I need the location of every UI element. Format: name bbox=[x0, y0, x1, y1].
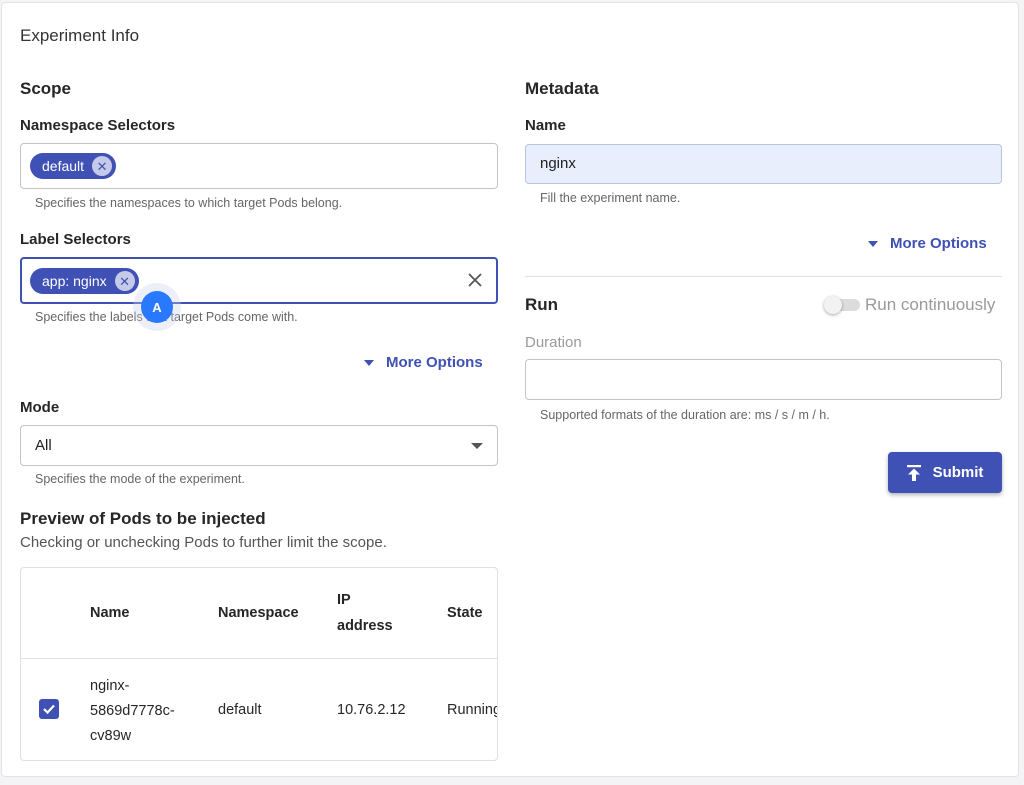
submit-label: Submit bbox=[932, 464, 984, 481]
mode-value: All bbox=[35, 437, 52, 454]
metadata-more-options-button[interactable]: More Options bbox=[868, 235, 987, 252]
scope-title: Scope bbox=[20, 79, 72, 98]
upload-icon bbox=[906, 464, 921, 481]
card-title: Experiment Info bbox=[20, 26, 140, 45]
label-selectors-label: Label Selectors bbox=[20, 231, 131, 248]
label-chip-label: app: nginx bbox=[42, 273, 107, 289]
submit-button[interactable]: Submit bbox=[888, 452, 1002, 493]
cursor-badge: A bbox=[141, 291, 173, 323]
experiment-info-card: Experiment Info Scope Namespace Selector… bbox=[1, 2, 1019, 777]
pod-namespace-cell: default bbox=[218, 702, 262, 718]
column-header-ip-line1: IP bbox=[337, 592, 351, 608]
duration-input[interactable] bbox=[525, 359, 1002, 400]
chip-remove-icon[interactable]: ✕ bbox=[114, 271, 135, 291]
mode-select[interactable]: All bbox=[20, 425, 498, 466]
caret-down-icon bbox=[868, 240, 878, 247]
run-continuously-label: Run continuously bbox=[865, 295, 996, 314]
mode-helper: Specifies the mode of the experiment. bbox=[35, 472, 245, 486]
toggle-knob bbox=[824, 296, 842, 314]
section-divider bbox=[525, 276, 1002, 277]
duration-helper: Supported formats of the duration are: m… bbox=[540, 408, 830, 422]
pod-ip-cell: 10.76.2.12 bbox=[337, 702, 406, 718]
duration-label: Duration bbox=[525, 334, 582, 351]
experiment-name-input[interactable]: nginx bbox=[525, 144, 1002, 184]
pod-name-line: 5869d7778c- bbox=[90, 703, 175, 719]
label-chip[interactable]: app: nginx ✕ bbox=[30, 268, 139, 294]
pod-name-line: cv89w bbox=[90, 728, 132, 744]
column-header-name: Name bbox=[90, 605, 130, 621]
pod-state-cell: Running bbox=[447, 702, 498, 718]
name-helper: Fill the experiment name. bbox=[540, 191, 681, 205]
pod-name-cell: nginx- 5869d7778c- cv89w bbox=[90, 674, 175, 749]
more-options-label: More Options bbox=[386, 354, 483, 371]
label-selectors-field[interactable]: app: nginx ✕ bbox=[20, 257, 498, 304]
checkmark-icon bbox=[43, 704, 55, 715]
column-header-ip: IP address bbox=[337, 587, 393, 639]
pods-table: Name Namespace IP address State nginx- 5… bbox=[20, 567, 498, 761]
column-header-ip-line2: address bbox=[337, 618, 393, 634]
namespace-selectors-label: Namespace Selectors bbox=[20, 117, 176, 134]
run-continuously-toggle[interactable]: Run continuously bbox=[824, 293, 1004, 317]
metadata-title: Metadata bbox=[525, 79, 599, 98]
name-label: Name bbox=[525, 117, 566, 134]
table-row[interactable]: nginx- 5869d7778c- cv89w default 10.76.2… bbox=[21, 659, 498, 760]
close-icon[interactable] bbox=[468, 273, 482, 287]
column-header-state: State bbox=[447, 605, 483, 621]
namespace-chip[interactable]: default ✕ bbox=[30, 153, 117, 179]
namespace-selectors-field[interactable]: default ✕ bbox=[20, 143, 498, 189]
caret-down-icon bbox=[364, 359, 374, 366]
dropdown-arrow-icon bbox=[471, 443, 483, 449]
preview-subtitle: Checking or unchecking Pods to further l… bbox=[20, 534, 387, 551]
run-title: Run bbox=[525, 295, 559, 314]
mode-label: Mode bbox=[20, 399, 60, 416]
chip-remove-icon[interactable]: ✕ bbox=[92, 156, 113, 176]
namespace-chip-label: default bbox=[42, 158, 85, 174]
column-header-namespace: Namespace bbox=[218, 605, 299, 621]
scope-more-options-button[interactable]: More Options bbox=[364, 354, 483, 371]
pod-name-line: nginx- bbox=[90, 678, 130, 694]
preview-title: Preview of Pods to be injected bbox=[20, 509, 266, 528]
more-options-label: More Options bbox=[890, 235, 987, 252]
row-checkbox[interactable] bbox=[39, 699, 59, 719]
namespace-helper: Specifies the namespaces to which target… bbox=[35, 196, 343, 210]
experiment-name-value: nginx bbox=[540, 155, 576, 172]
